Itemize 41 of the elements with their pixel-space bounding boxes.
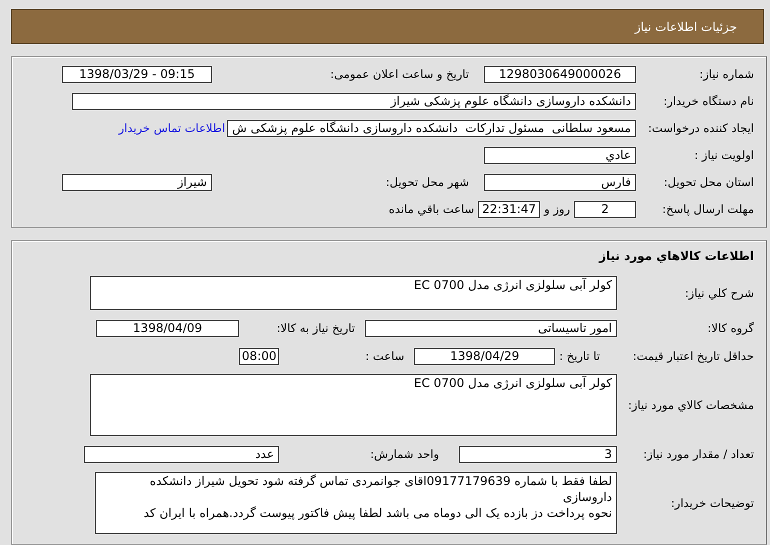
- field-label: شرح کلي نیاز:: [684, 286, 754, 300]
- remaining-text: ساعت باقي مانده: [388, 202, 476, 216]
- text-field[interactable]: 22:31:47: [478, 200, 540, 218]
- text-field[interactable]: عادي: [484, 146, 636, 164]
- text-field[interactable]: شیراز: [62, 174, 212, 190]
- text-field[interactable]: 3: [459, 446, 617, 462]
- text-field[interactable]: 1298030649000026: [484, 66, 636, 82]
- field-label: مهلت ارسال پاسخ:: [661, 202, 754, 216]
- text-field[interactable]: امور تاسیساتی: [365, 320, 617, 336]
- field-label: اولویت نیاز :: [693, 148, 754, 162]
- text-field[interactable]: 2: [574, 200, 636, 218]
- contact-link[interactable]: اطلاعات تماس خریدار: [118, 121, 228, 135]
- text-field[interactable]: دانشکده داروسازی دانشگاه علوم پزشکی شیراز: [72, 92, 636, 110]
- text-field[interactable]: کولر آبی سلولزی انرژی مدل EC 0700: [90, 374, 617, 436]
- text-field[interactable]: فارس: [484, 174, 636, 190]
- notes-field[interactable]: لطفا فقط با شماره 09177179639اقای جوانمردی تماس گرفته شود تحویل شیراز دانشکده داروسازی نحوه پرداخت دز بازده یک الی دوماه می باشد لطفا پیش فاکتور پیوست گردد.همراه با ایران کد: [95, 472, 617, 534]
- field-label: حداقل تاریخ اعتبار قیمت:: [632, 349, 754, 363]
- text-field[interactable]: کولر آبی سلولزی انرژی مدل EC 0700: [90, 276, 617, 310]
- field-label: تاریخ نیاز به کالا:: [276, 321, 356, 335]
- field-label: ساعت :: [364, 349, 406, 363]
- field-label: مشخصات کالاي مورد نیاز:: [626, 398, 754, 412]
- field-label: ایجاد کننده درخواست:: [647, 121, 754, 135]
- field-label: توضیحات خریدار:: [670, 496, 754, 510]
- field-label: واحد شمارش:: [369, 447, 440, 461]
- days-unit: روز و: [542, 202, 571, 216]
- field-label: استان محل تحویل:: [662, 175, 754, 189]
- field-label: نام دستگاه خریدار:: [662, 94, 754, 108]
- field-label: شهر محل تحویل:: [384, 175, 470, 189]
- field-label: گروه کالا:: [706, 321, 754, 335]
- field-label: تعداد / مقدار مورد نیاز:: [642, 447, 754, 461]
- field-label: تا تاریخ :: [558, 349, 601, 363]
- text-field[interactable]: 08:00: [239, 348, 280, 364]
- section-title: اطلاعات کالاهاي مورد نیاز: [599, 249, 754, 265]
- header-title: جزئیات اطلاعات نیاز: [634, 20, 737, 34]
- text-field[interactable]: مسعود سلطانی مسئول تدارکات دانشکده داروسازی دانشگاه علوم پزشکی ش: [227, 120, 636, 136]
- field-label: شماره نیاز:: [698, 67, 754, 81]
- text-field[interactable]: عدد: [84, 446, 279, 462]
- text-field[interactable]: 1398/03/29 - 09:15: [62, 66, 212, 82]
- field-label: تاریخ و ساعت اعلان عمومی:: [329, 67, 470, 81]
- text-field[interactable]: 1398/04/29: [414, 348, 556, 364]
- text-field[interactable]: 1398/04/09: [96, 320, 239, 336]
